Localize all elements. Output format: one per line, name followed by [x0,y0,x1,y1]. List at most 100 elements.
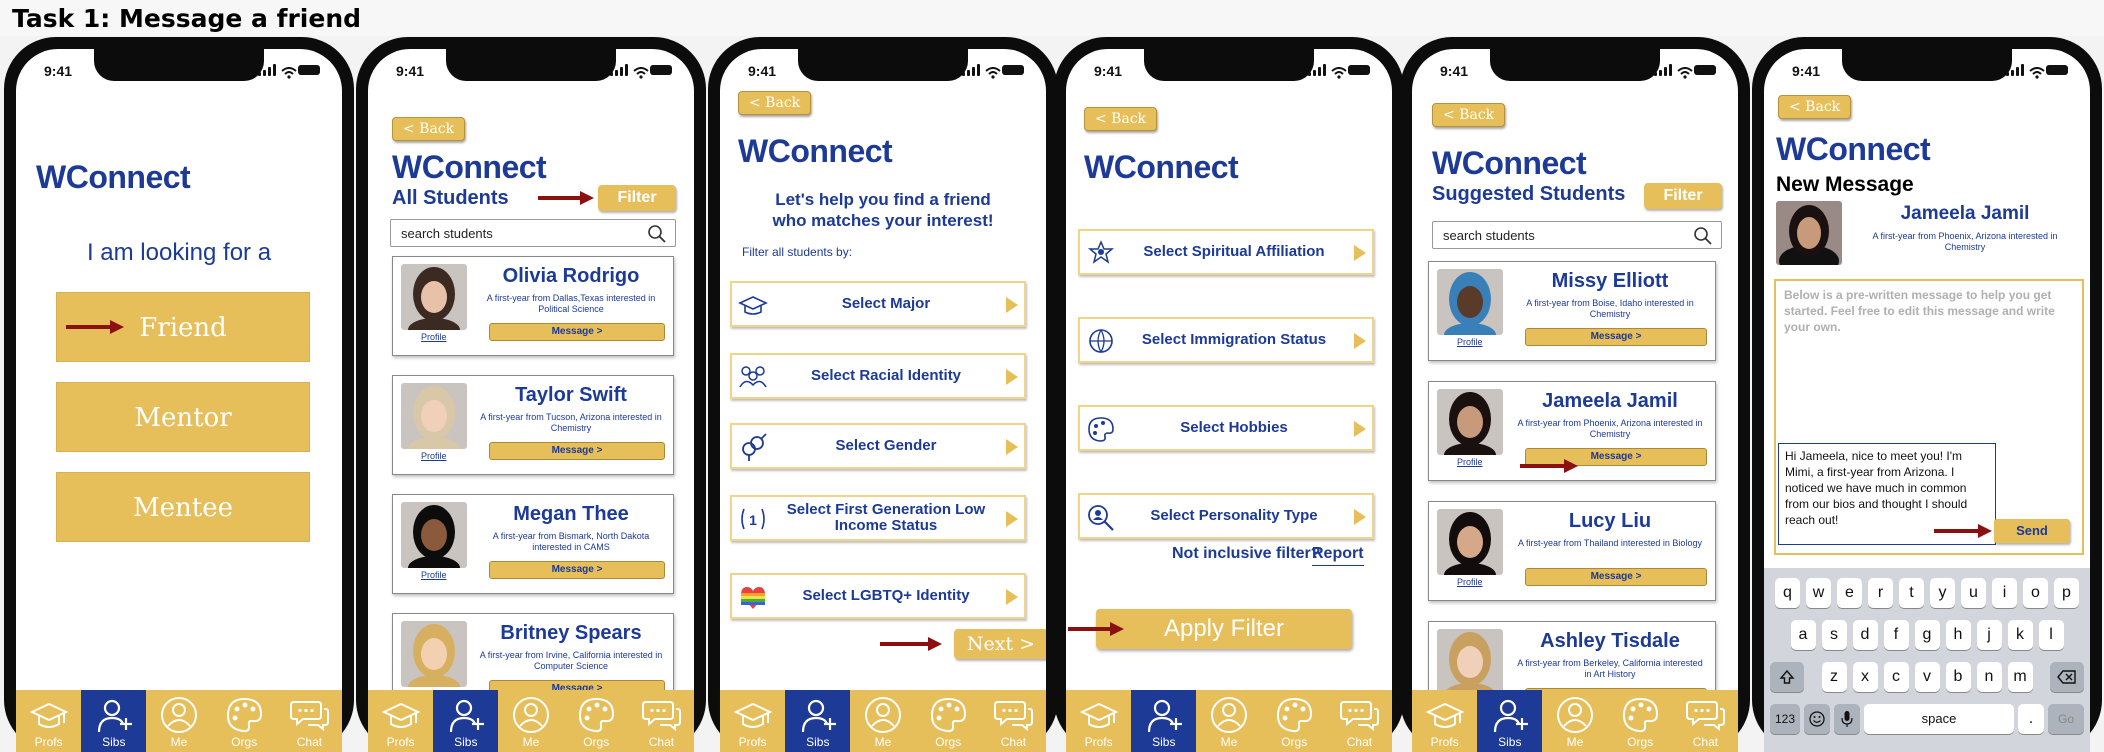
tab-chat[interactable]: Chat [1327,690,1392,752]
filter-button[interactable]: Filter [598,185,676,211]
mentor-button[interactable]: Mentor [56,382,310,452]
back-button[interactable]: < Back [738,91,812,115]
student-photo [1437,269,1503,335]
filter-select[interactable]: Select Personality Type [1078,493,1374,539]
filter-select[interactable]: Select Hobbies [1078,405,1374,451]
filter-select[interactable]: Select Major [730,281,1026,327]
search-icon[interactable] [647,224,667,244]
key-v[interactable]: v [1914,662,1940,692]
tab-profs[interactable]: Profs [1412,690,1477,752]
profile-link[interactable]: Profile [1457,577,1483,587]
tab-orgs[interactable]: Orgs [1608,690,1673,752]
key-r[interactable]: r [1868,578,1893,608]
key-y[interactable]: y [1930,578,1955,608]
key-e[interactable]: e [1837,578,1862,608]
filter-select[interactable]: Select Racial Identity [730,353,1026,399]
key-n[interactable]: n [1976,662,2002,692]
emoji-key[interactable] [1804,704,1830,734]
profile-link[interactable]: Profile [421,332,447,342]
tab-sibs[interactable]: Sibs [81,690,147,752]
key-j[interactable]: j [1976,620,2002,650]
filter-select[interactable]: Select LGBTQ+ Identity [730,573,1026,619]
key-k[interactable]: k [2007,620,2033,650]
profile-link[interactable]: Profile [1457,337,1483,347]
key-a[interactable]: a [1790,620,1816,650]
apply-filter-button[interactable]: Apply Filter [1096,609,1352,649]
tab-profs[interactable]: Profs [1066,690,1131,752]
tab-me[interactable]: Me [1542,690,1607,752]
key-c[interactable]: c [1883,662,1909,692]
key-o[interactable]: o [2023,578,2048,608]
key-s[interactable]: s [1821,620,1847,650]
message-button[interactable]: Message > [489,561,665,579]
tab-me[interactable]: Me [146,690,211,752]
search-input[interactable]: search students [390,219,676,247]
message-button[interactable]: Message > [489,323,665,341]
tab-orgs[interactable]: Orgs [212,690,277,752]
tab-orgs[interactable]: Orgs [564,690,629,752]
tab-bar: Profs Sibs Me Orgs Chat [1412,690,1738,752]
key-h[interactable]: h [1945,620,1971,650]
key-d[interactable]: d [1852,620,1878,650]
tab-orgs[interactable]: Orgs [916,690,981,752]
delete-key[interactable] [2050,662,2084,692]
mic-key[interactable] [1834,704,1860,734]
tab-chat[interactable]: Chat [629,690,694,752]
profile-link[interactable]: Profile [421,570,447,580]
tab-sibs[interactable]: Sibs [433,690,499,752]
go-key[interactable]: Go [2048,704,2084,734]
profile-link[interactable]: Profile [421,451,447,461]
key-q[interactable]: q [1775,578,1800,608]
message-button[interactable]: Message > [1525,568,1707,586]
search-icon[interactable] [1693,226,1713,246]
filter-select[interactable]: 1 Select First Generation Low Income Stat… [730,495,1026,541]
message-button[interactable]: Message > [1525,328,1707,346]
filter-button[interactable]: Filter [1644,183,1722,209]
tab-me[interactable]: Me [850,690,915,752]
space-key[interactable]: space [1864,704,2014,734]
tab-chat[interactable]: Chat [277,690,342,752]
back-button[interactable]: < Back [1432,103,1506,127]
send-button[interactable]: Send [1994,519,2070,543]
key-w[interactable]: w [1806,578,1831,608]
tab-profs[interactable]: Profs [368,690,433,752]
tab-profs[interactable]: Profs [720,690,785,752]
tab-sibs[interactable]: Sibs [785,690,851,752]
search-input[interactable]: search students [1432,221,1722,249]
tab-chat[interactable]: Chat [1673,690,1738,752]
student-name: Missy Elliott [1551,270,1669,292]
tab-chat[interactable]: Chat [981,690,1046,752]
tab-me[interactable]: Me [498,690,563,752]
next-button[interactable]: Next > [954,629,1046,659]
report-link[interactable]: Report [1312,545,1364,566]
key-t[interactable]: t [1899,578,1924,608]
key-m[interactable]: m [2007,662,2033,692]
profile-link[interactable]: Profile [1457,457,1483,467]
tab-me[interactable]: Me [1196,690,1261,752]
shift-key[interactable] [1770,662,1804,692]
key-b[interactable]: b [1945,662,1971,692]
mentee-button[interactable]: Mentee [56,472,310,542]
back-button[interactable]: < Back [1084,107,1158,131]
numbers-key[interactable]: 123 [1770,704,1800,734]
tab-orgs[interactable]: Orgs [1262,690,1327,752]
key-u[interactable]: u [1961,578,1986,608]
key-z[interactable]: z [1821,662,1847,692]
key-g[interactable]: g [1914,620,1940,650]
key-l[interactable]: l [2038,620,2064,650]
tab-sibs[interactable]: Sibs [1131,690,1197,752]
key-f[interactable]: f [1883,620,1909,650]
key-p[interactable]: p [2054,578,2079,608]
period-key[interactable]: . [2018,704,2044,734]
back-button[interactable]: < Back [392,117,466,141]
tab-profs[interactable]: Profs [16,690,81,752]
filter-select[interactable]: Select Immigration Status [1078,317,1374,363]
filter-select[interactable]: Select Spiritual Affiliation [1078,229,1374,275]
back-button[interactable]: < Back [1778,95,1852,119]
tab-sibs[interactable]: Sibs [1477,690,1543,752]
message-button[interactable]: Message > [489,442,665,460]
key-i[interactable]: i [1992,578,2017,608]
filter-select[interactable]: Select Gender [730,423,1026,469]
wifi-icon [985,64,1001,79]
key-x[interactable]: x [1852,662,1878,692]
